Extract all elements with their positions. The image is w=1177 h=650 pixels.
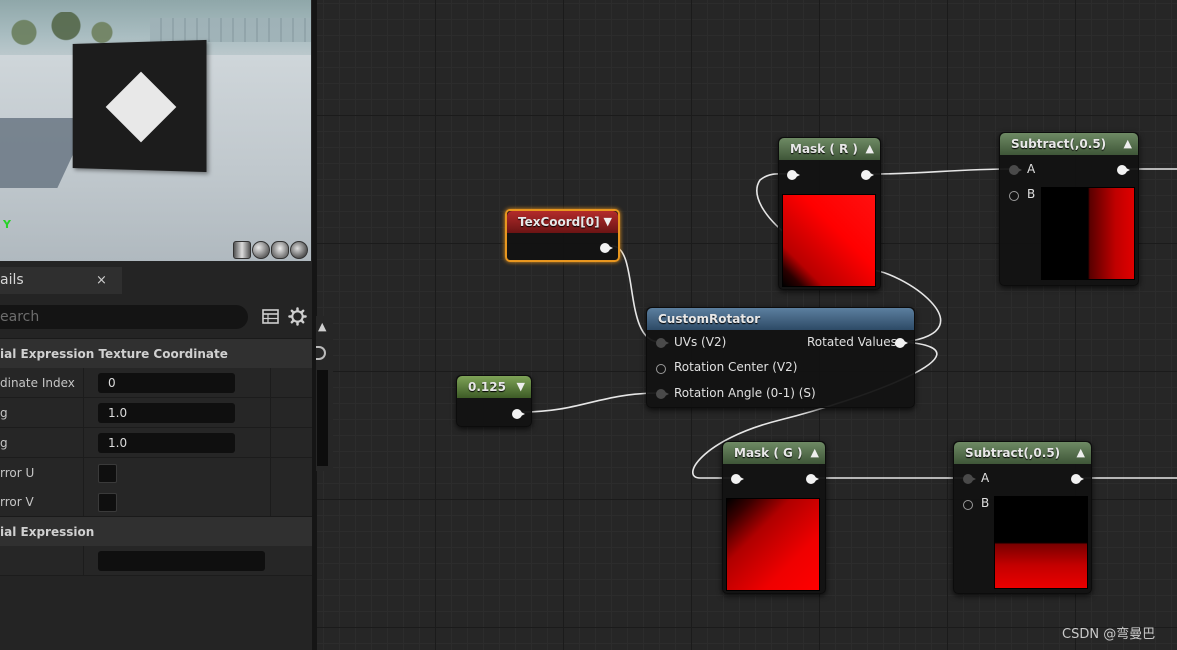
material-preview-viewport[interactable]: Y bbox=[0, 0, 311, 261]
gear-icon[interactable] bbox=[288, 307, 307, 326]
property-row-utiling: g 1.0 bbox=[0, 398, 312, 428]
subtract-bottom-output-pin[interactable] bbox=[1071, 474, 1084, 484]
unmirror-u-checkbox[interactable] bbox=[98, 464, 117, 483]
table-view-icon[interactable] bbox=[262, 308, 279, 325]
collapsed-palette-panel: ▲ bbox=[316, 316, 333, 471]
palette-list bbox=[317, 370, 328, 466]
section-texture-coordinate[interactable]: ial Expression Texture Coordinate bbox=[0, 338, 312, 368]
subtract-bottom-node[interactable]: Subtract(,0.5) ▲ A B bbox=[953, 441, 1092, 594]
mask-g-node[interactable]: Mask ( G ) ▲ bbox=[722, 441, 826, 594]
property-label: dinate Index bbox=[0, 368, 84, 398]
chevron-down-icon[interactable]: ▼ bbox=[604, 211, 612, 233]
rotation-angle-input-label: Rotation Angle (0-1) (S) bbox=[674, 386, 816, 400]
rotation-angle-input-pin[interactable] bbox=[656, 389, 669, 399]
subtract-top-node[interactable]: Subtract(,0.5) ▲ A B bbox=[999, 132, 1139, 286]
mask-r-output-pin[interactable] bbox=[861, 170, 874, 180]
subtract-top-b-label: B bbox=[1027, 187, 1036, 201]
subtract-bottom-b-pin[interactable] bbox=[963, 500, 973, 510]
subtract-bottom-b-label: B bbox=[981, 496, 990, 510]
subtract-bottom-node-title: Subtract(,0.5) bbox=[954, 442, 1091, 464]
custom-rotator-node[interactable]: CustomRotator UVs (V2) Rotation Center (… bbox=[646, 307, 915, 408]
subtract-bottom-a-label: A bbox=[981, 471, 990, 485]
mask-r-input-pin[interactable] bbox=[787, 170, 800, 180]
constant-node[interactable]: 0.125 ▼ bbox=[456, 375, 532, 427]
details-search-input[interactable]: earch bbox=[0, 305, 248, 329]
mask-g-preview-thumbnail bbox=[726, 498, 820, 591]
mask-r-node[interactable]: Mask ( R ) ▲ bbox=[778, 137, 881, 290]
texcoord-output-pin[interactable] bbox=[600, 243, 613, 253]
rotation-center-input-pin[interactable] bbox=[656, 364, 666, 374]
pin-icon[interactable] bbox=[316, 346, 326, 360]
chevron-up-icon[interactable]: ▲ bbox=[318, 320, 331, 333]
teapot-icon[interactable] bbox=[290, 241, 308, 259]
rotated-values-output-pin[interactable] bbox=[895, 338, 908, 348]
property-label bbox=[0, 546, 84, 576]
close-icon[interactable]: × bbox=[96, 267, 107, 294]
plane-icon[interactable] bbox=[271, 241, 289, 259]
chevron-up-icon[interactable]: ▲ bbox=[1077, 442, 1085, 464]
chevron-up-icon[interactable]: ▲ bbox=[1124, 133, 1132, 155]
coordinate-index-field[interactable]: 0 bbox=[98, 373, 235, 393]
details-tab[interactable]: ails × bbox=[0, 267, 122, 294]
unmirror-v-checkbox[interactable] bbox=[98, 493, 117, 512]
uvs-input-pin[interactable] bbox=[656, 338, 669, 348]
utiling-field[interactable]: 1.0 bbox=[98, 403, 235, 423]
chevron-up-icon[interactable]: ▲ bbox=[811, 442, 819, 464]
watermark-text: CSDN @弯曼巴 bbox=[1062, 627, 1156, 642]
left-panel: Y ails × earch ial Expression Texture Co… bbox=[0, 0, 312, 650]
property-label: rror U bbox=[0, 458, 84, 488]
property-row-desc bbox=[0, 546, 312, 576]
property-row-unmirror-u: rror U bbox=[0, 458, 312, 488]
rotation-center-input-label: Rotation Center (V2) bbox=[674, 360, 798, 374]
chevron-down-icon[interactable]: ▼ bbox=[517, 376, 525, 398]
texcoord-node[interactable]: TexCoord[0] ▼ bbox=[505, 209, 620, 262]
property-label: rror V bbox=[0, 487, 84, 517]
property-row-coordinate-index: dinate Index 0 bbox=[0, 368, 312, 398]
constant-output-pin[interactable] bbox=[512, 409, 525, 419]
subtract-top-node-title: Subtract(,0.5) bbox=[1000, 133, 1138, 155]
cylinder-icon[interactable] bbox=[233, 241, 251, 259]
details-tab-label: ails bbox=[0, 272, 24, 288]
property-row-vtiling: g 1.0 bbox=[0, 428, 312, 458]
subtract-bottom-preview-thumbnail bbox=[994, 496, 1088, 589]
subtract-top-output-pin[interactable] bbox=[1117, 165, 1130, 175]
property-label: g bbox=[0, 428, 84, 458]
axis-y-label: Y bbox=[3, 218, 11, 231]
subtract-top-a-pin[interactable] bbox=[1009, 165, 1022, 175]
uvs-input-label: UVs (V2) bbox=[674, 335, 727, 349]
viewport-building bbox=[150, 18, 311, 42]
texcoord-node-title: TexCoord[0] bbox=[507, 211, 618, 233]
subtract-top-a-label: A bbox=[1027, 162, 1036, 176]
preview-shape-toolbar bbox=[233, 241, 308, 259]
section-material-expression[interactable]: ial Expression bbox=[0, 516, 312, 546]
custom-rotator-node-title: CustomRotator bbox=[647, 308, 914, 330]
description-field[interactable] bbox=[98, 551, 265, 571]
chevron-up-icon[interactable]: ▲ bbox=[866, 138, 874, 160]
mask-r-preview-thumbnail bbox=[782, 194, 876, 287]
subtract-bottom-a-pin[interactable] bbox=[963, 474, 976, 484]
subtract-top-b-pin[interactable] bbox=[1009, 191, 1019, 201]
rotated-values-output-label: Rotated Values bbox=[807, 335, 897, 349]
sphere-icon[interactable] bbox=[252, 241, 270, 259]
mask-g-output-pin[interactable] bbox=[806, 474, 819, 484]
property-label: g bbox=[0, 398, 84, 428]
vtiling-field[interactable]: 1.0 bbox=[98, 433, 235, 453]
viewport-trees bbox=[0, 12, 120, 46]
property-row-unmirror-v: rror V bbox=[0, 487, 312, 517]
mask-g-input-pin[interactable] bbox=[731, 474, 744, 484]
subtract-top-preview-thumbnail bbox=[1041, 187, 1135, 280]
